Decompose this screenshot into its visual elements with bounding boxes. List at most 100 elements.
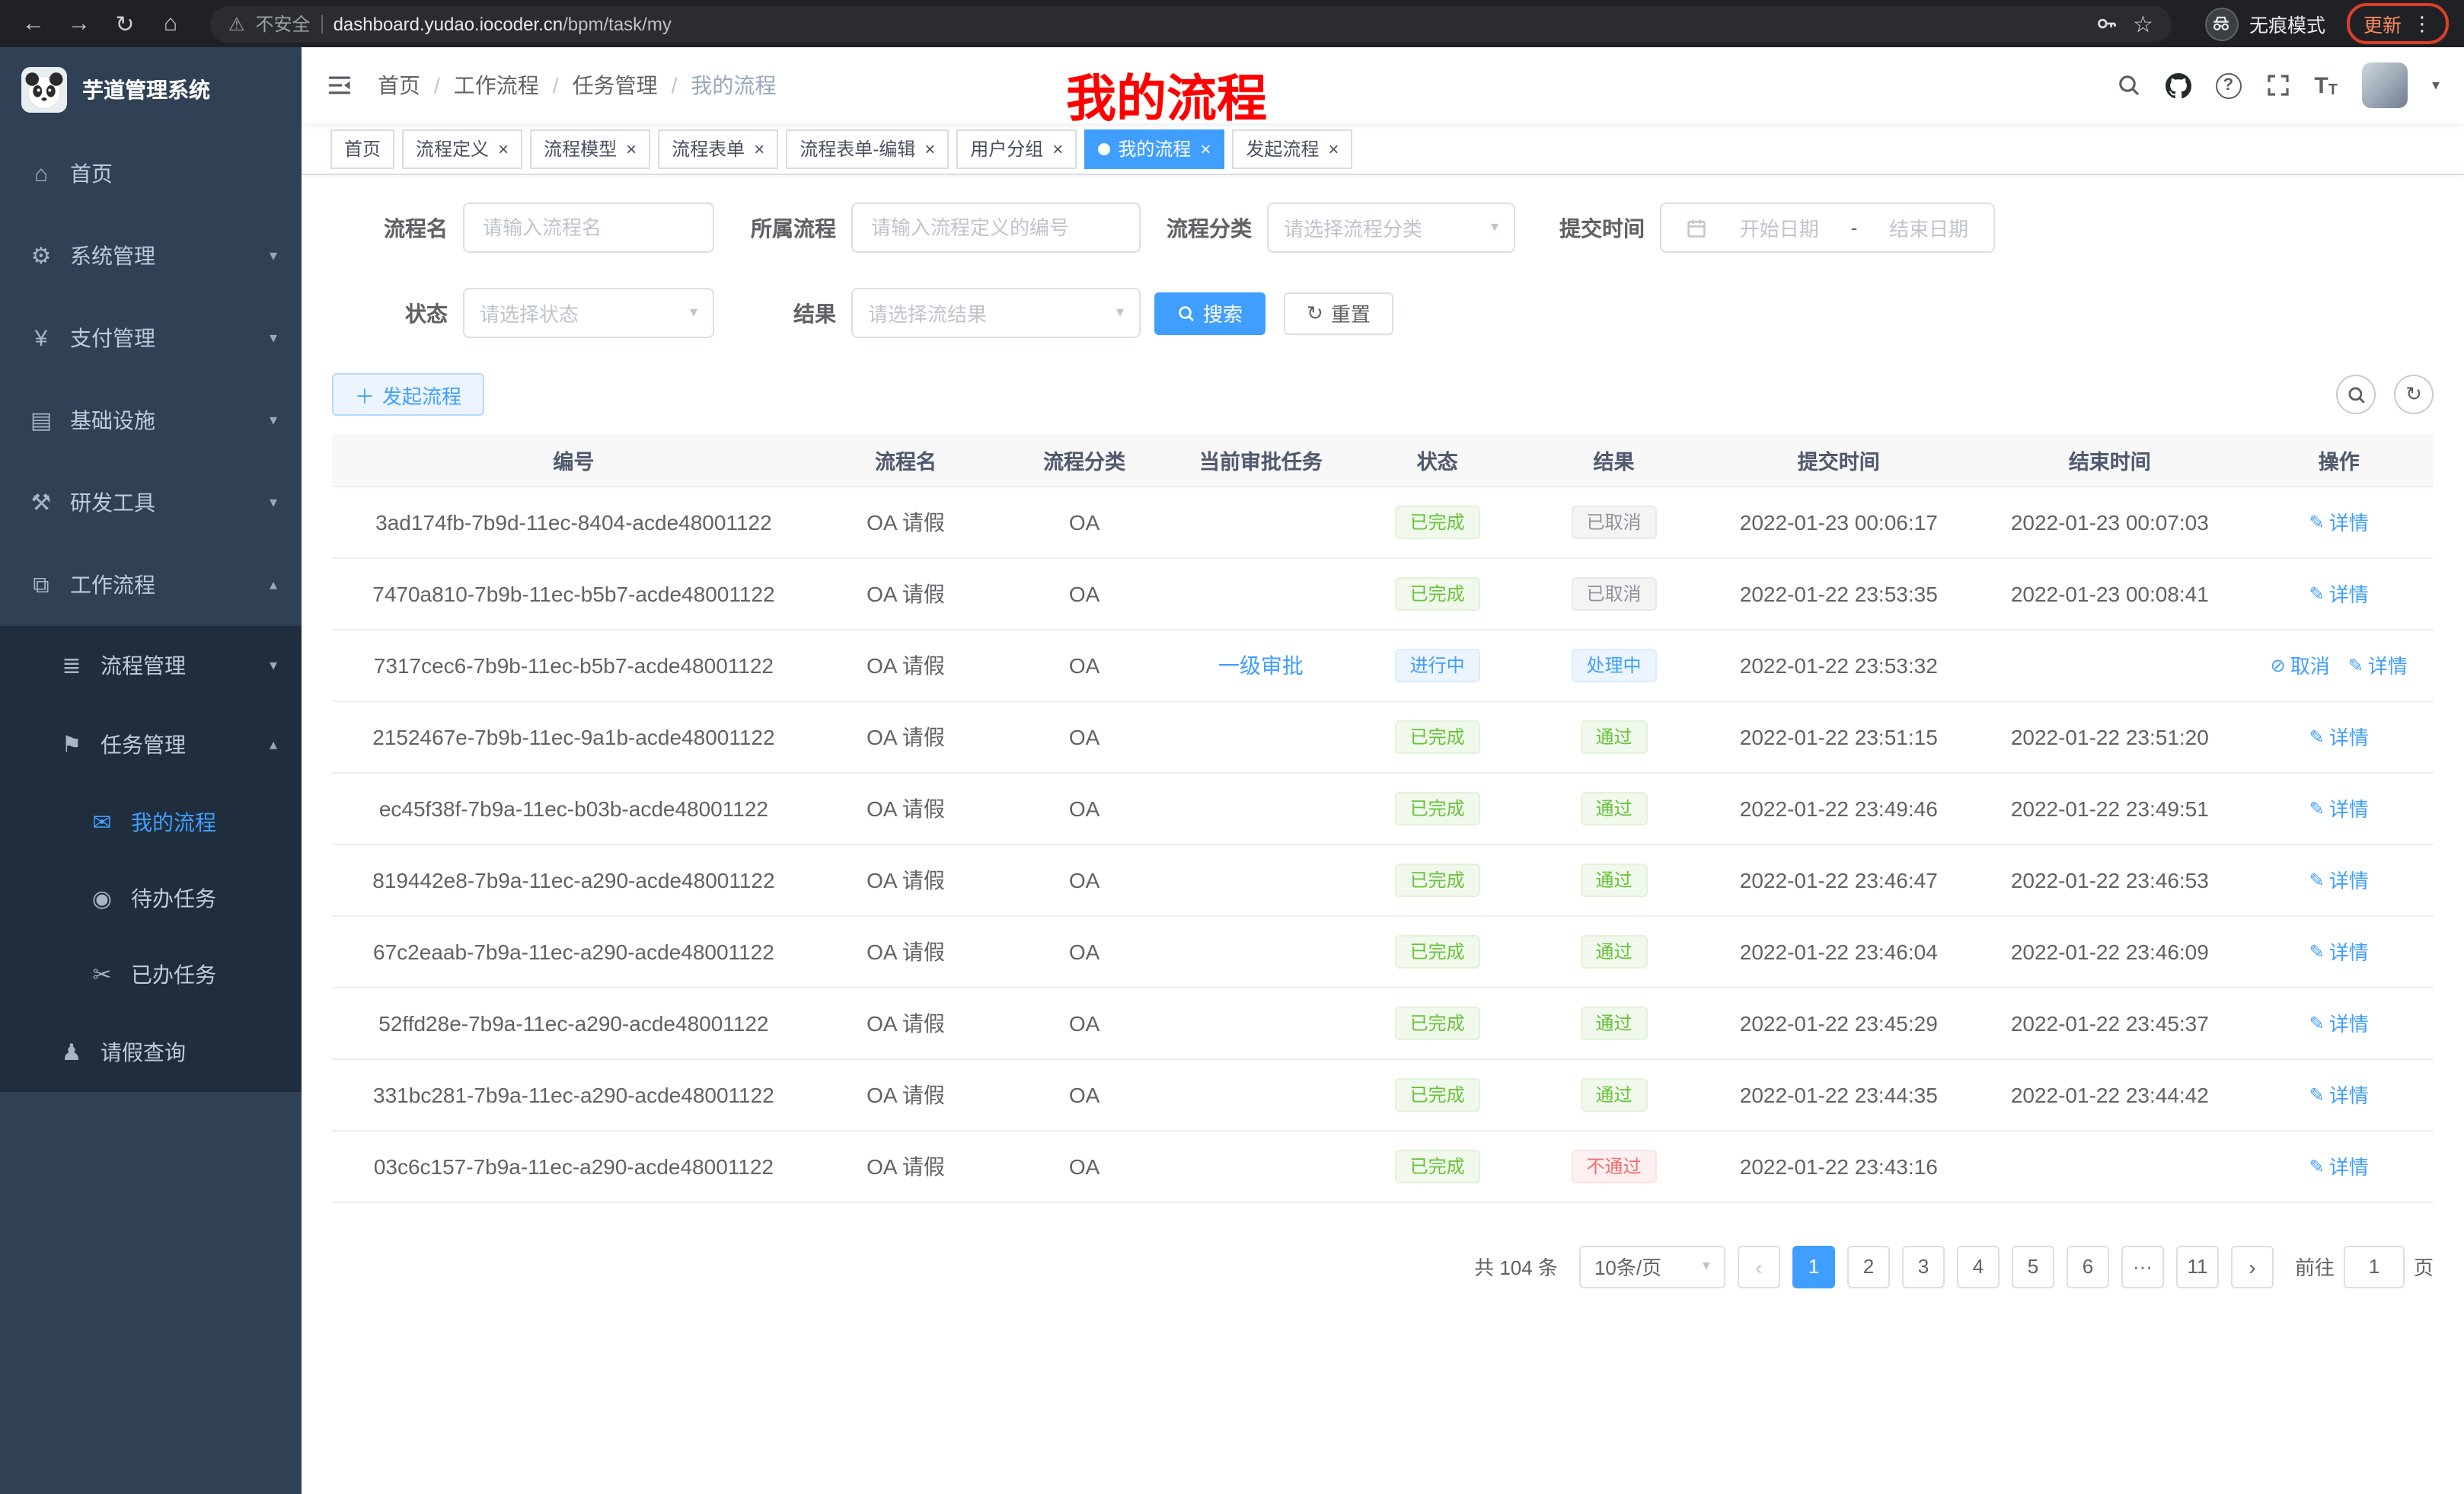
detail-link[interactable]: ✎详情 xyxy=(2348,650,2408,679)
detail-link[interactable]: ✎详情 xyxy=(2309,937,2369,966)
cell-actions: ✎详情 xyxy=(2244,1130,2434,1202)
close-icon[interactable]: × xyxy=(498,139,509,158)
tab-process-form[interactable]: 流程表单× xyxy=(658,129,778,168)
sidebar-item-home[interactable]: ⌂首页 xyxy=(0,132,302,215)
detail-link[interactable]: ✎详情 xyxy=(2309,793,2369,822)
page-button-1[interactable]: 1 xyxy=(1792,1245,1835,1288)
reload-icon[interactable]: ↻ xyxy=(107,5,143,42)
toggle-search-button[interactable] xyxy=(2336,375,2376,414)
bookmark-star-icon[interactable]: ☆ xyxy=(2133,10,2153,37)
tab-process-definition[interactable]: 流程定义× xyxy=(402,129,522,168)
help-icon[interactable]: ? xyxy=(2215,72,2241,98)
sidebar-item-devtools[interactable]: ⚒研发工具▾ xyxy=(0,461,302,544)
page-button-11[interactable]: 11 xyxy=(2176,1245,2219,1288)
detail-link[interactable]: ✎详情 xyxy=(2309,722,2369,751)
sidebar-item-infrastructure[interactable]: ▤基础设施▾ xyxy=(0,379,302,461)
tab-home[interactable]: 首页 xyxy=(330,129,394,168)
fullscreen-icon[interactable] xyxy=(2265,73,2290,97)
column-header: 流程分类 xyxy=(996,434,1173,486)
github-icon[interactable] xyxy=(2165,72,2191,98)
sidebar-item-todo-task[interactable]: ◉待办任务 xyxy=(0,860,302,937)
forward-icon[interactable]: → xyxy=(61,5,97,42)
page-size-select[interactable]: 10条/页 ▾ xyxy=(1579,1245,1725,1288)
cell-actions: ⊘取消 ✎详情 xyxy=(2244,629,2434,701)
breadcrumb-task-manage[interactable]: 任务管理 xyxy=(573,70,658,101)
result-select[interactable]: 请选择流结果 ▾ xyxy=(851,288,1141,338)
font-size-icon[interactable]: TT xyxy=(2314,72,2338,98)
cell-process-name: OA 请假 xyxy=(815,1130,996,1202)
close-icon[interactable]: × xyxy=(1328,139,1339,158)
refresh-table-button[interactable]: ↻ xyxy=(2394,375,2434,414)
address-bar[interactable]: ⚠ 不安全 dashboard.yudao.iocoder.cn/bpm/tas… xyxy=(210,5,2172,42)
chevron-down-icon[interactable]: ▾ xyxy=(2432,77,2440,94)
tab-process-model[interactable]: 流程模型× xyxy=(530,129,650,168)
reset-button[interactable]: ↻ 重置 xyxy=(1284,292,1393,334)
tab-user-group[interactable]: 用户分组× xyxy=(956,129,1077,168)
close-icon[interactable]: × xyxy=(754,139,764,158)
cell-process-name: OA 请假 xyxy=(815,486,996,557)
sidebar-item-system-manage[interactable]: ⚙系统管理▾ xyxy=(0,215,302,297)
update-button[interactable]: 更新 ⋮ xyxy=(2347,3,2449,44)
start-process-button[interactable]: ＋ 发起流程 xyxy=(332,373,484,416)
hamburger-icon[interactable] xyxy=(326,72,353,99)
current-task-link[interactable]: 一级审批 xyxy=(1218,653,1304,677)
sidebar-item-payment-manage[interactable]: ¥支付管理▾ xyxy=(0,297,302,379)
goto-page-input[interactable] xyxy=(2344,1245,2405,1288)
detail-link[interactable]: ✎详情 xyxy=(2309,1151,2369,1180)
submit-time-range-picker[interactable]: 开始日期 - 结束日期 xyxy=(1660,203,1995,253)
sidebar-item-leave-query[interactable]: ♟请假查询 xyxy=(0,1013,302,1092)
category-select[interactable]: 请选择流程分类 ▾ xyxy=(1267,203,1515,253)
page-button-6[interactable]: 6 xyxy=(2067,1245,2109,1288)
cell-submit-time: 2022-01-22 23:43:16 xyxy=(1702,1130,1975,1202)
sidebar-item-my-process[interactable]: ✉我的流程 xyxy=(0,784,302,860)
detail-link[interactable]: ✎详情 xyxy=(2309,507,2369,536)
more-pages-button[interactable]: ··· xyxy=(2121,1245,2164,1288)
page-button-5[interactable]: 5 xyxy=(2012,1245,2054,1288)
table-row: 2152467e-7b9b-11ec-9a1b-acde48001122OA 请… xyxy=(332,701,2434,772)
user-avatar[interactable] xyxy=(2362,62,2408,108)
status-badge: 已完成 xyxy=(1395,934,1480,968)
close-icon[interactable]: × xyxy=(1200,139,1211,158)
next-page-button[interactable]: › xyxy=(2231,1245,2274,1288)
tab-my-process[interactable]: 我的流程× xyxy=(1084,129,1224,168)
cell-current-task xyxy=(1173,701,1349,772)
sidebar-item-task-manage[interactable]: ⚑任务管理▴ xyxy=(0,705,302,784)
sidebar-item-workflow[interactable]: ⧉工作流程▴ xyxy=(0,544,302,626)
sidebar-item-done-task[interactable]: ✂已办任务 xyxy=(0,937,302,1013)
page-button-4[interactable]: 4 xyxy=(1957,1245,2000,1288)
incognito-badge: 无痕模式 xyxy=(2205,7,2325,40)
detail-link[interactable]: ✎详情 xyxy=(2309,865,2369,894)
security-warning-label[interactable]: 不安全 xyxy=(256,11,311,37)
page-button-3[interactable]: 3 xyxy=(1902,1245,1945,1288)
browser-menu-icon[interactable]: ⋮ xyxy=(2412,11,2432,36)
tab-process-form-edit[interactable]: 流程表单-编辑× xyxy=(786,129,949,168)
url-text[interactable]: dashboard.yudao.iocoder.cn/bpm/task/my xyxy=(334,13,2084,34)
cell-status: 已完成 xyxy=(1349,987,1526,1058)
cancel-link[interactable]: ⊘取消 xyxy=(2271,650,2330,679)
breadcrumb-workflow[interactable]: 工作流程 xyxy=(454,70,539,101)
incognito-icon xyxy=(2205,7,2239,40)
detail-link[interactable]: ✎详情 xyxy=(2309,1008,2369,1037)
search-icon[interactable] xyxy=(2116,73,2140,97)
logo[interactable]: 芋道管理系统 xyxy=(0,47,302,132)
back-icon[interactable]: ← xyxy=(15,5,52,42)
detail-link[interactable]: ✎详情 xyxy=(2309,1080,2369,1109)
search-button[interactable]: 搜索 xyxy=(1154,292,1266,334)
status-badge: 通过 xyxy=(1580,934,1647,968)
close-icon[interactable]: × xyxy=(924,139,935,158)
browser-home-icon[interactable]: ⌂ xyxy=(152,5,189,42)
cell-actions: ✎详情 xyxy=(2244,772,2434,844)
process-definition-input[interactable] xyxy=(851,203,1141,253)
detail-link[interactable]: ✎详情 xyxy=(2309,579,2369,608)
status-select[interactable]: 请选择状态 ▾ xyxy=(463,288,714,338)
close-icon[interactable]: × xyxy=(1052,139,1063,158)
password-key-icon[interactable] xyxy=(2095,12,2118,35)
prev-page-button[interactable]: ‹ xyxy=(1738,1245,1780,1288)
sidebar-item-process-manage[interactable]: ≣流程管理▾ xyxy=(0,626,302,705)
process-name-input[interactable] xyxy=(463,203,714,253)
close-icon[interactable]: × xyxy=(626,139,637,158)
breadcrumb-home[interactable]: 首页 xyxy=(378,70,420,101)
tab-start-process[interactable]: 发起流程× xyxy=(1232,129,1352,168)
page-button-2[interactable]: 2 xyxy=(1847,1245,1890,1288)
active-tab-dot xyxy=(1098,142,1110,155)
